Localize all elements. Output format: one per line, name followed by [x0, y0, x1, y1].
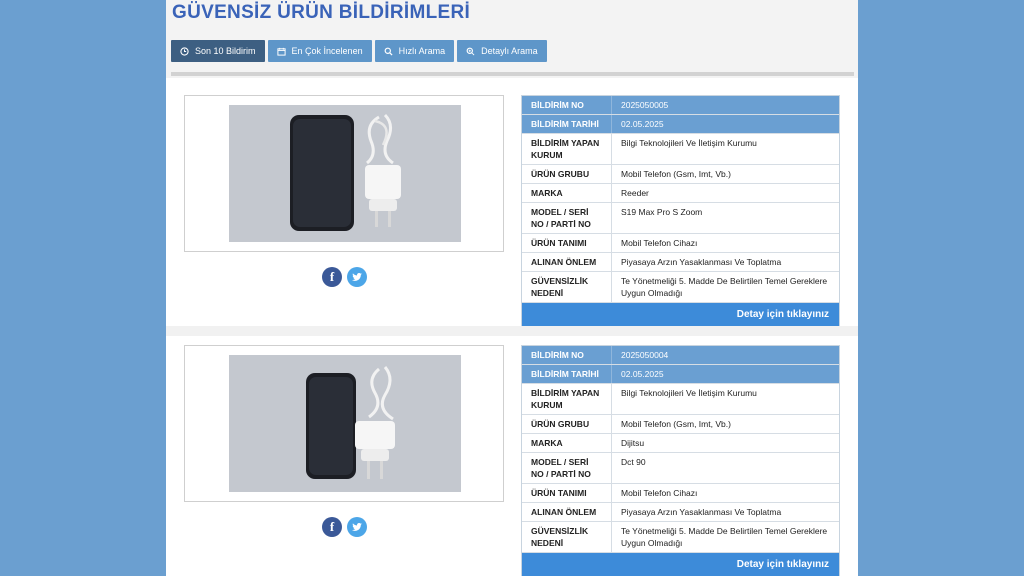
row-bildirim-tarihi: BİLDİRİM TARİHİ 02.05.2025	[522, 115, 839, 134]
row-bildirim-no: BİLDİRİM NO 2025050005	[522, 96, 839, 115]
value: Mobil Telefon (Gsm, Imt, Vb.)	[621, 169, 731, 179]
tab-label: Hızlı Arama	[398, 46, 446, 56]
label: ÜRÜN GRUBU	[522, 415, 612, 433]
search-icon	[384, 47, 393, 56]
row-bildirim-yapan-kurum: BİLDİRİM YAPAN KURUM Bilgi Teknolojileri…	[522, 384, 839, 415]
value: 02.05.2025	[621, 369, 664, 379]
tab-detayli-arama[interactable]: Detaylı Arama	[457, 40, 547, 62]
value: Te Yönetmeliği 5. Madde De Belirtilen Te…	[621, 526, 828, 548]
zoom-search-icon	[466, 47, 475, 55]
phone-charger-image	[229, 105, 461, 242]
row-alinan-onlem: ALINAN ÖNLEM Piyasaya Arzın Yasaklanması…	[522, 253, 839, 272]
row-model: MODEL / SERİ NO / PARTİ NO Dct 90	[522, 453, 839, 484]
row-urun-tanimi: ÜRÜN TANIMI Mobil Telefon Cihazı	[522, 234, 839, 253]
share-buttons: f	[322, 517, 367, 537]
page-title: GÜVENSİZ ÜRÜN BİLDİRİMLERİ	[172, 2, 471, 23]
label: BİLDİRİM NO	[522, 346, 612, 364]
value: 2025050005	[621, 100, 669, 110]
row-guvensizlik-nedeni: GÜVENSİZLİK NEDENİ Te Yönetmeliği 5. Mad…	[522, 522, 839, 553]
value: Mobil Telefon Cihazı	[621, 238, 698, 248]
value: Bilgi Teknolojileri Ve İletişim Kurumu	[621, 138, 757, 148]
clock-icon	[180, 46, 189, 56]
tab-son-10-bildirim[interactable]: Son 10 Bildirim	[171, 40, 265, 62]
twitter-icon[interactable]	[347, 517, 367, 537]
label: MODEL / SERİ NO / PARTİ NO	[522, 203, 612, 233]
label: MARKA	[522, 184, 612, 202]
row-marka: MARKA Reeder	[522, 184, 839, 203]
label: GÜVENSİZLİK NEDENİ	[522, 522, 612, 552]
notification-card: f BİLDİRİM NO 2025050004 BİLDİRİM TARİHİ…	[166, 338, 858, 576]
value: Reeder	[621, 188, 649, 198]
value: Te Yönetmeliği 5. Madde De Belirtilen Te…	[621, 276, 828, 298]
label: MODEL / SERİ NO / PARTİ NO	[522, 453, 612, 483]
twitter-icon[interactable]	[347, 267, 367, 287]
share-buttons: f	[322, 267, 367, 287]
detail-button[interactable]: Detay için tıklayınız	[522, 553, 839, 576]
label: ALINAN ÖNLEM	[522, 503, 612, 521]
label: BİLDİRİM YAPAN KURUM	[522, 134, 612, 164]
product-photo	[229, 355, 461, 492]
row-alinan-onlem: ALINAN ÖNLEM Piyasaya Arzın Yasaklanması…	[522, 503, 839, 522]
tab-hizli-arama[interactable]: Hızlı Arama	[374, 40, 455, 62]
facebook-icon[interactable]: f	[322, 517, 342, 537]
header-band: GÜVENSİZ ÜRÜN BİLDİRİMLERİ Son 10 Bildir…	[166, 0, 858, 78]
label: BİLDİRİM TARİHİ	[522, 365, 612, 383]
tab-en-cok-incelenen[interactable]: En Çok İncelenen	[267, 40, 372, 62]
label: BİLDİRİM YAPAN KURUM	[522, 384, 612, 414]
value: Bilgi Teknolojileri Ve İletişim Kurumu	[621, 388, 757, 398]
row-bildirim-yapan-kurum: BİLDİRİM YAPAN KURUM Bilgi Teknolojileri…	[522, 134, 839, 165]
phone-charger-image	[229, 355, 461, 492]
product-photo-frame[interactable]	[184, 345, 504, 502]
row-marka: MARKA Dijitsu	[522, 434, 839, 453]
tab-label: En Çok İncelenen	[291, 46, 363, 56]
value: Piyasaya Arzın Yasaklanması Ve Toplatma	[621, 257, 782, 267]
row-bildirim-no: BİLDİRİM NO 2025050004	[522, 346, 839, 365]
product-photo	[229, 105, 461, 242]
card-separator	[166, 326, 858, 336]
notification-info-table: BİLDİRİM NO 2025050005 BİLDİRİM TARİHİ 0…	[521, 95, 840, 328]
product-photo-frame[interactable]	[184, 95, 504, 252]
row-bildirim-tarihi: BİLDİRİM TARİHİ 02.05.2025	[522, 365, 839, 384]
label: BİLDİRİM TARİHİ	[522, 115, 612, 133]
calendar-icon	[276, 47, 286, 56]
value: Dijitsu	[621, 438, 645, 448]
value: Mobil Telefon Cihazı	[621, 488, 698, 498]
value: 2025050004	[621, 350, 669, 360]
facebook-icon[interactable]: f	[322, 267, 342, 287]
page-container: GÜVENSİZ ÜRÜN BİLDİRİMLERİ Son 10 Bildir…	[166, 0, 858, 576]
notification-info-table: BİLDİRİM NO 2025050004 BİLDİRİM TARİHİ 0…	[521, 345, 840, 576]
label: ALINAN ÖNLEM	[522, 253, 612, 271]
value: Piyasaya Arzın Yasaklanması Ve Toplatma	[621, 507, 782, 517]
label: BİLDİRİM NO	[522, 96, 612, 114]
row-guvensizlik-nedeni: GÜVENSİZLİK NEDENİ Te Yönetmeliği 5. Mad…	[522, 272, 839, 303]
notification-card: f BİLDİRİM NO 2025050005 BİLDİRİM TARİHİ…	[166, 88, 858, 328]
value: S19 Max Pro S Zoom	[621, 207, 703, 217]
value: Dct 90	[621, 457, 646, 467]
tab-divider	[171, 72, 854, 76]
row-urun-grubu: ÜRÜN GRUBU Mobil Telefon (Gsm, Imt, Vb.)	[522, 415, 839, 434]
row-urun-tanimi: ÜRÜN TANIMI Mobil Telefon Cihazı	[522, 484, 839, 503]
label: ÜRÜN TANIMI	[522, 484, 612, 502]
label: ÜRÜN GRUBU	[522, 165, 612, 183]
value: 02.05.2025	[621, 119, 664, 129]
detail-button[interactable]: Detay için tıklayınız	[522, 303, 839, 327]
row-urun-grubu: ÜRÜN GRUBU Mobil Telefon (Gsm, Imt, Vb.)	[522, 165, 839, 184]
label: GÜVENSİZLİK NEDENİ	[522, 272, 612, 302]
row-model: MODEL / SERİ NO / PARTİ NO S19 Max Pro S…	[522, 203, 839, 234]
label: ÜRÜN TANIMI	[522, 234, 612, 252]
tab-bar: Son 10 Bildirim En Çok İncelenen Hızlı A…	[171, 40, 547, 62]
value: Mobil Telefon (Gsm, Imt, Vb.)	[621, 419, 731, 429]
label: MARKA	[522, 434, 612, 452]
tab-label: Son 10 Bildirim	[195, 46, 256, 56]
tab-label: Detaylı Arama	[481, 46, 538, 56]
